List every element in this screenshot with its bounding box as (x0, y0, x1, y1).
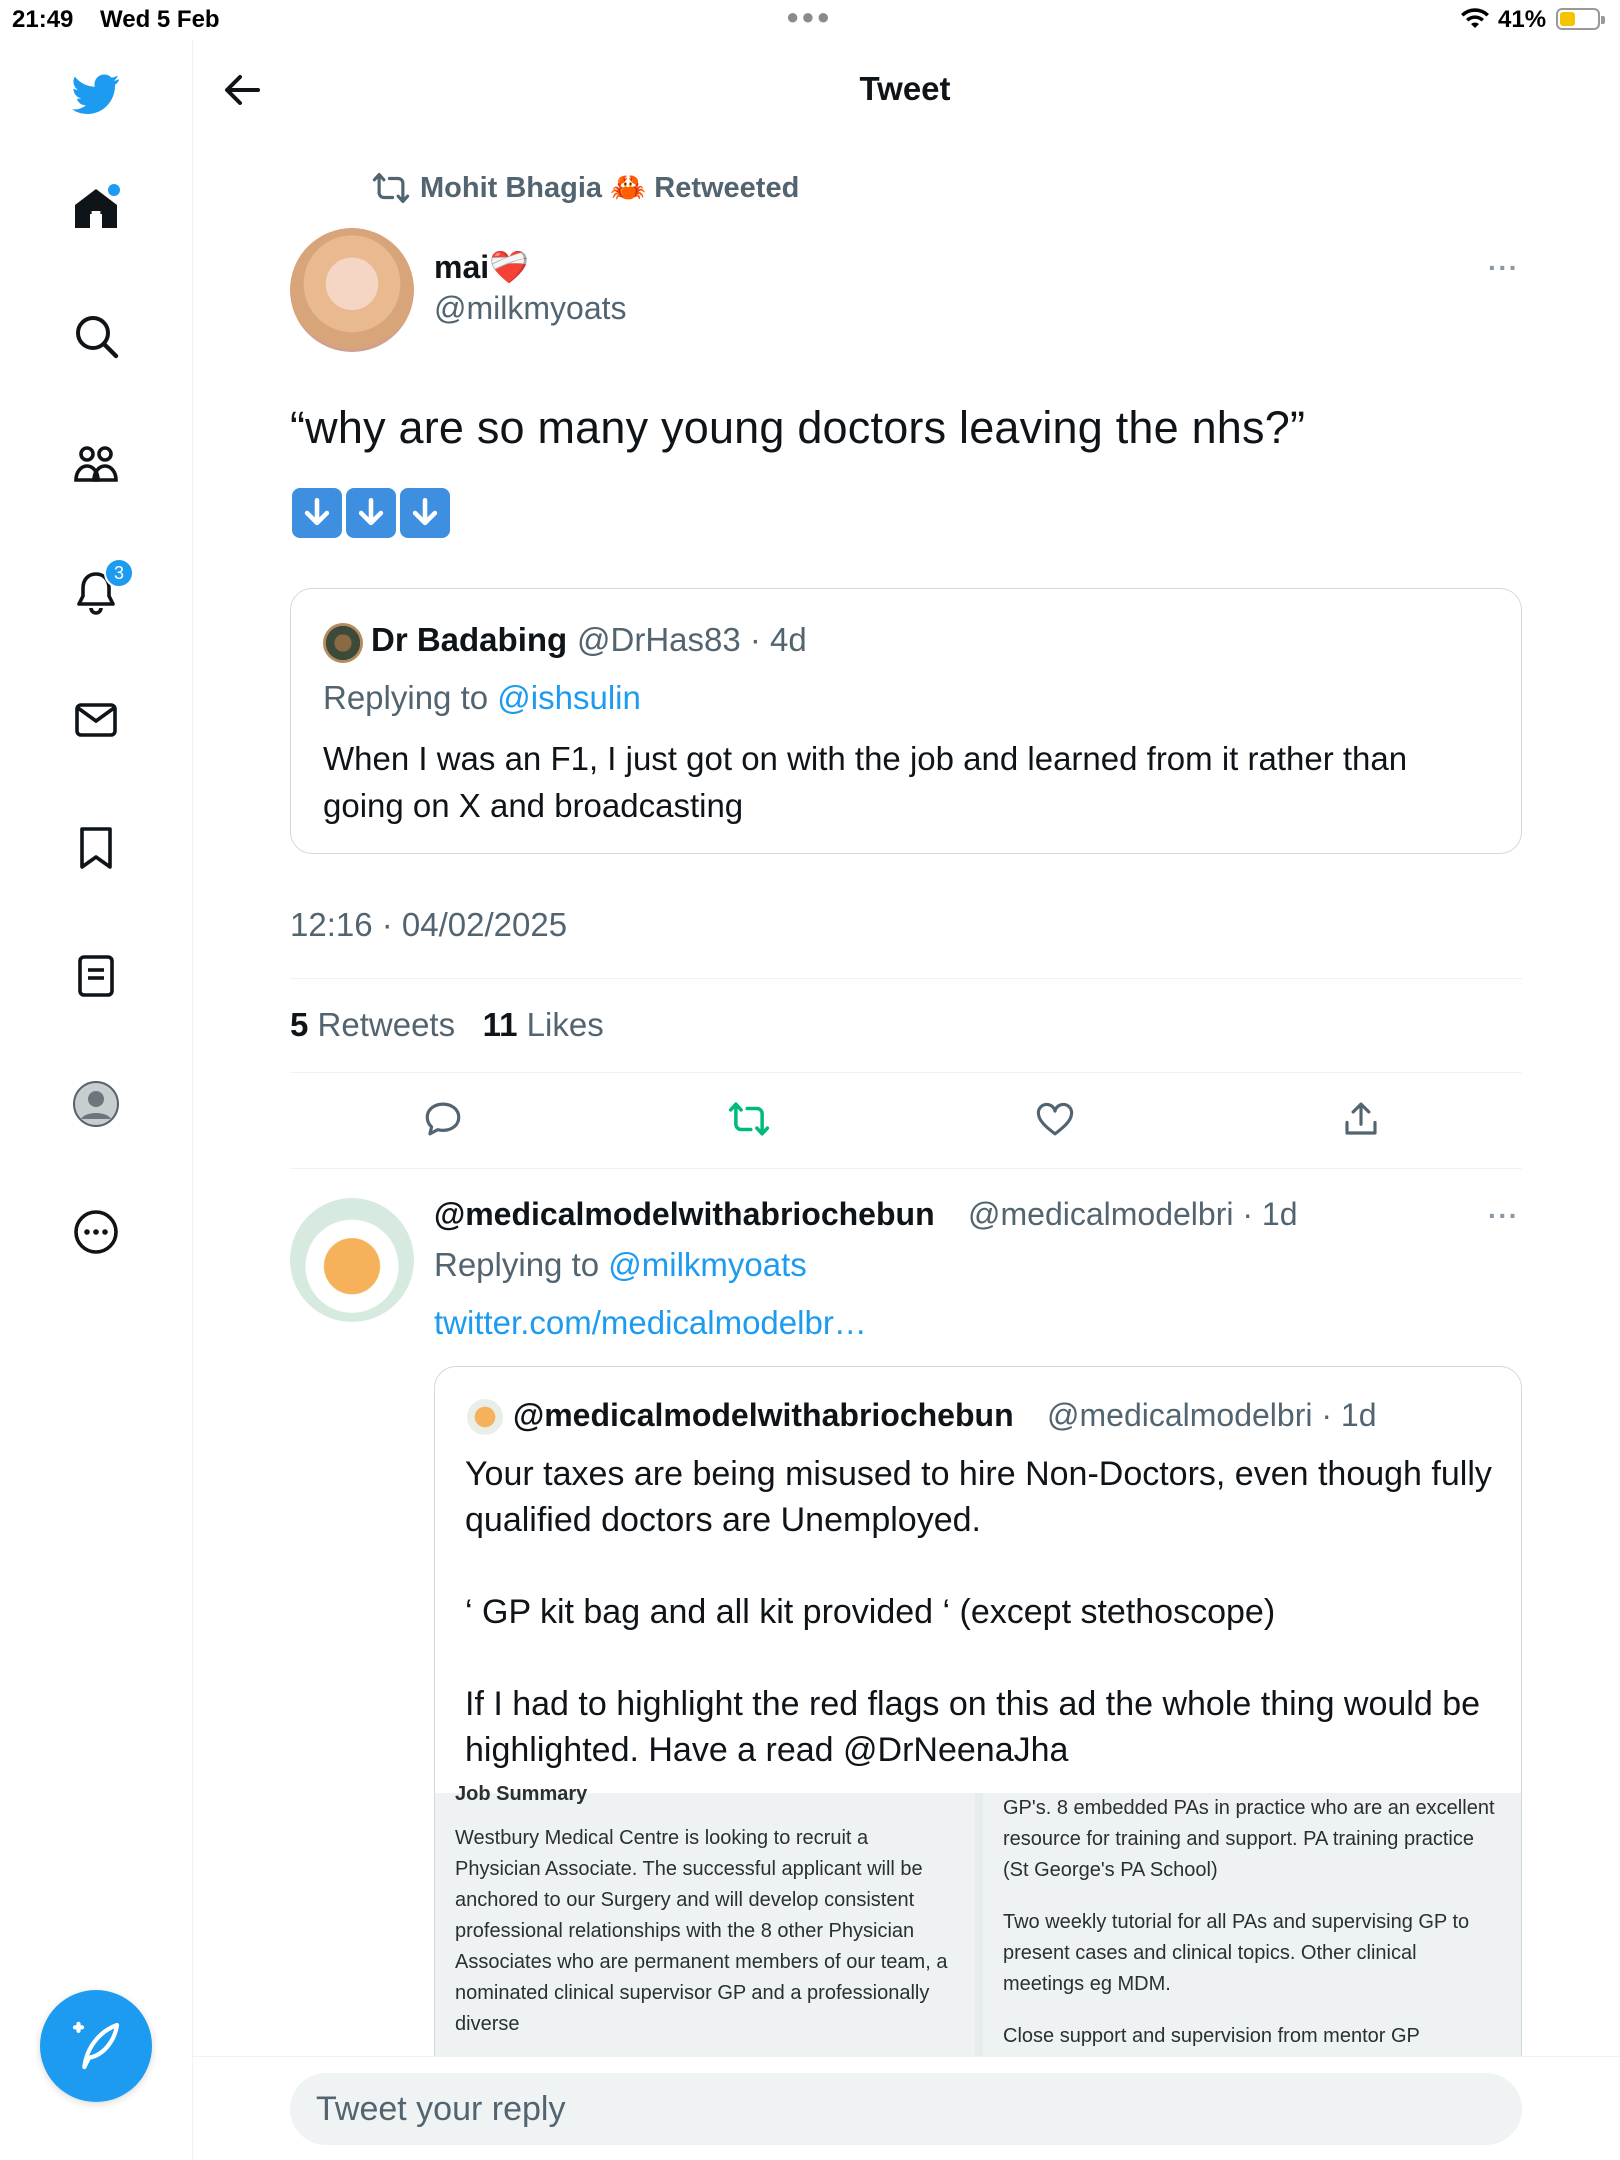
author-handle[interactable]: @milkmyoats (434, 290, 627, 327)
list-icon (78, 955, 114, 997)
reply-author-handle[interactable]: @medicalmodelbri · 1d (968, 1196, 1298, 1233)
reply-bar (193, 2056, 1620, 2160)
tweet-more-icon[interactable]: ··· (1488, 252, 1519, 284)
down-arrow-emoji-icon (400, 488, 450, 538)
heart-icon (1036, 1102, 1074, 1136)
bookmark-icon (80, 827, 112, 869)
like-button[interactable] (1034, 1098, 1082, 1146)
reply-replying-to: Replying to @milkmyoats (434, 1246, 807, 1284)
retweeted-by[interactable]: Mohit Bhagia 🦀 Retweeted (372, 168, 799, 208)
divider (290, 978, 1522, 979)
mail-icon (75, 703, 117, 737)
wifi-icon (1460, 8, 1490, 37)
job-ad-heading: Job Summary (455, 1783, 588, 1805)
page-title: Tweet (859, 70, 951, 107)
divider (290, 1168, 1522, 1169)
status-time: 21:49 (12, 6, 74, 33)
twitter-logo-icon[interactable] (62, 60, 130, 128)
job-ad-text: Westbury Medical Centre is looking to re… (455, 1827, 948, 2035)
job-ad-text: GP's. 8 embedded PAs in practice who are… (1003, 1797, 1495, 1881)
replying-label: Replying to (323, 679, 489, 716)
author-name[interactable]: mai❤️‍🩹 (434, 248, 529, 286)
quoted-author-name: Dr Badabing (371, 621, 568, 658)
sidebar-item-communities[interactable] (62, 430, 130, 498)
quoted-paragraph: If I had to highlight the red flags on t… (465, 1685, 1481, 1769)
search-icon (76, 316, 119, 359)
retweets-count: 5 (290, 1006, 309, 1043)
sidebar-item-home[interactable] (62, 174, 130, 242)
sidebar-item-more[interactable] (62, 1198, 130, 1266)
quoted-paragraph: Your taxes are being misused to hire Non… (465, 1455, 1492, 1539)
back-button[interactable] (218, 66, 266, 114)
share-button[interactable] (1340, 1098, 1388, 1146)
job-ad-text: Close support and supervision from mento… (1003, 2025, 1420, 2047)
likes-stat[interactable]: 11 Likes (483, 1006, 604, 1043)
reply-more-icon[interactable]: ··· (1488, 1200, 1519, 1232)
sidebar-item-profile[interactable] (62, 1070, 130, 1138)
author-avatar[interactable] (290, 228, 414, 352)
quoted-text: Your taxes are being misused to hire Non… (465, 1451, 1505, 1773)
back-arrow-icon (225, 75, 260, 105)
notifications-badge: 3 (104, 558, 134, 588)
tweet-stats: 5 Retweets 11 Likes (290, 1006, 604, 1044)
quoted-replying-to: Replying to @ishsulin (323, 679, 641, 717)
sidebar-item-explore[interactable] (62, 302, 130, 370)
reply-button[interactable] (422, 1098, 470, 1146)
compose-icon (72, 2021, 120, 2070)
people-icon (74, 446, 118, 482)
quoted-paragraph: ‘ GP kit bag and all kit provided ‘ (exc… (465, 1593, 1276, 1631)
retweeted-by-label: Mohit Bhagia 🦀 Retweeted (420, 172, 800, 204)
retweet-icon (372, 172, 410, 204)
job-ad-text: Two weekly tutorial for all PAs and supe… (1003, 1911, 1470, 1995)
quoted-author-name: @medicalmodelwithabriochebun (513, 1397, 1014, 1433)
likes-count: 11 (482, 1006, 518, 1043)
sidebar-item-messages[interactable] (62, 686, 130, 754)
compose-button[interactable] (40, 1990, 152, 2102)
retweet-icon (728, 1102, 770, 1136)
share-icon (1345, 1102, 1377, 1135)
reply-input[interactable] (290, 2073, 1522, 2145)
tweet-emoji-row (292, 488, 450, 538)
sidebar: 3 (0, 40, 193, 2160)
likes-label: Likes (526, 1006, 604, 1043)
reply-author-name[interactable]: @medicalmodelwithabriochebun (434, 1196, 935, 1233)
replying-to-link[interactable]: @milkmyoats (608, 1246, 807, 1283)
multitask-dots-icon[interactable]: ●●● (786, 4, 832, 30)
retweet-button[interactable] (728, 1098, 776, 1146)
tweet-text: “why are so many young doctors leaving t… (290, 402, 1306, 453)
more-circle-icon (74, 1210, 118, 1254)
divider (290, 1072, 1522, 1073)
down-arrow-emoji-icon (346, 488, 396, 538)
reply-quoted-tweet[interactable]: @medicalmodelwithabriochebun @medicalmod… (434, 1366, 1522, 2160)
down-arrow-emoji-icon (292, 488, 342, 538)
home-notification-dot (108, 184, 120, 196)
quoted-tweet[interactable]: Dr Badabing @DrHas83 · 4d Replying to @i… (290, 588, 1522, 854)
reply-icon (425, 1102, 461, 1136)
sidebar-item-notifications[interactable]: 3 (62, 558, 134, 626)
reply-author-avatar[interactable] (290, 1198, 414, 1322)
quoted-author-avatar (467, 1399, 503, 1435)
quoted-text: When I was an F1, I just got on with the… (323, 740, 1408, 824)
status-date: Wed 5 Feb (100, 6, 220, 33)
battery-icon (1556, 8, 1605, 30)
replying-label: Replying to (434, 1246, 600, 1283)
reply-link[interactable]: twitter.com/medicalmodelbr… (434, 1304, 867, 1342)
tweet-timestamp[interactable]: 12:16 · 04/02/2025 (290, 906, 567, 944)
retweets-label: Retweets (317, 1006, 456, 1043)
retweets-stat[interactable]: 5 Retweets (290, 1006, 455, 1043)
quoted-author-handle: @DrHas83 · 4d (577, 621, 807, 658)
sidebar-item-bookmarks[interactable] (62, 814, 130, 882)
sidebar-item-lists[interactable] (62, 942, 130, 1010)
avatar-icon (73, 1081, 119, 1127)
replying-to-link[interactable]: @ishsulin (497, 679, 641, 716)
quoted-author-handle: @medicalmodelbri · 1d (1047, 1397, 1377, 1433)
status-bar: 21:49 Wed 5 Feb ●●● 41% (0, 0, 1620, 40)
quoted-author-avatar (323, 623, 363, 663)
battery-percent: 41% (1498, 6, 1547, 33)
